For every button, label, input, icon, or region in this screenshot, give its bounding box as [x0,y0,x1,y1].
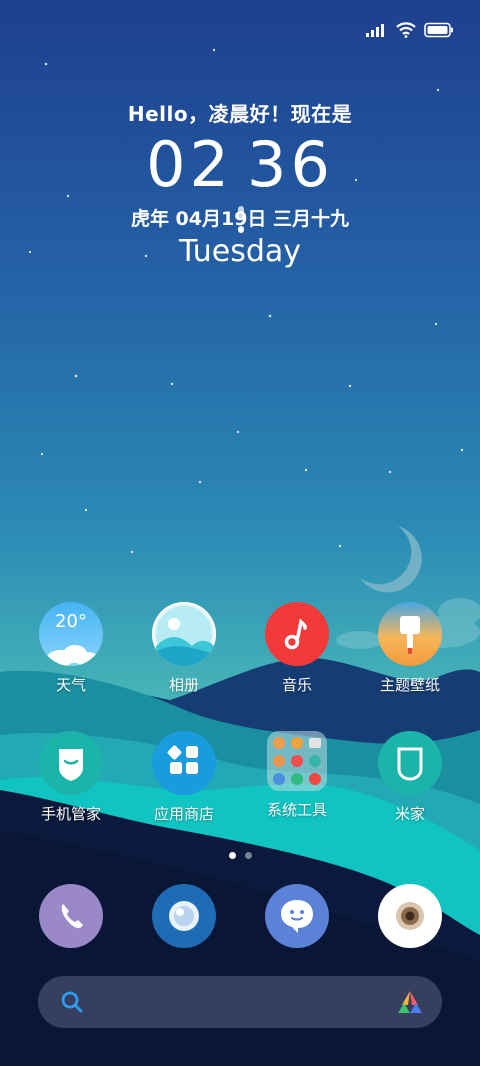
date-line: 虎年 04月19日 三月十九 [130,208,350,230]
page-indicator[interactable] [0,852,480,859]
app-gallery[interactable]: 相册 [129,602,239,695]
camera-icon [378,884,442,948]
app-label: 天气 [55,676,86,694]
messages-icon [265,884,329,948]
app-store[interactable]: 应用商店 [129,731,239,824]
app-themes[interactable]: 主题壁纸 [355,602,465,695]
signal-bars-icon [366,24,384,37]
weekday-text: Tuesday [178,234,302,269]
app-label: 音乐 [281,676,312,694]
mijia-icon [378,731,442,795]
app-label: 米家 [394,805,425,823]
theme-brush-icon [378,602,442,666]
clock-minutes: 36 [247,128,334,201]
app-security[interactable]: 手机管家 [16,731,126,824]
clock-time[interactable]: 02 36 [0,128,480,233]
dock-browser[interactable] [129,884,239,948]
page-dot[interactable] [244,852,252,859]
app-music[interactable]: 音乐 [242,602,352,695]
app-label: 应用商店 [153,805,214,823]
app-mijia[interactable]: 米家 [355,731,465,824]
app-label: 系统工具 [266,801,327,819]
app-weather[interactable]: 20° 天气 [16,602,126,695]
wifi-icon [396,22,416,38]
music-note-icon [265,602,329,666]
app-store-icon [152,731,216,795]
dock-messages[interactable] [242,884,352,948]
status-bar [366,22,454,38]
search-icon[interactable] [60,990,84,1014]
dock-camera[interactable] [355,884,465,948]
greeting-text: Hello，凌晨好！现在是 [127,102,353,126]
security-shield-icon [39,731,103,795]
app-label: 手机管家 [40,805,101,823]
search-bar[interactable] [38,976,442,1028]
weather-icon: 20° [39,602,103,666]
page-dot-active[interactable] [228,852,236,859]
gallery-icon [152,602,216,666]
dock-phone[interactable] [16,884,126,948]
browser-icon [152,884,216,948]
phone-icon [39,884,103,948]
assistant-icon[interactable] [396,989,424,1015]
app-label: 相册 [168,676,199,694]
app-tools-folder[interactable]: 系统工具 [242,731,352,820]
tools-folder-icon [267,731,327,791]
battery-full-icon [424,22,453,38]
app-label: 主题壁纸 [379,676,440,694]
clock-hours: 02 [146,128,233,201]
